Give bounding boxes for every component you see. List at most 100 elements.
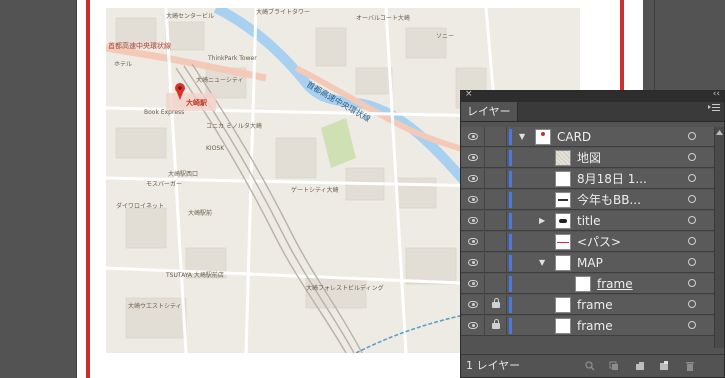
eye-icon — [468, 217, 478, 224]
layer-thumbnail — [555, 297, 571, 313]
expand-triangle-closed-icon[interactable]: ▶ — [539, 217, 545, 225]
visibility-toggle[interactable] — [461, 253, 485, 273]
layer-color-bar — [509, 150, 512, 166]
lock-toggle[interactable] — [485, 274, 507, 294]
lock-toggle[interactable] — [485, 232, 507, 252]
visibility-toggle[interactable] — [461, 316, 485, 336]
layer-thumbnail — [555, 234, 571, 250]
layer-count: 1 レイヤー — [466, 359, 521, 372]
layer-name[interactable]: frame — [577, 316, 613, 336]
svg-text:ソニー: ソニー — [436, 33, 454, 40]
locate-object-icon[interactable] — [585, 361, 595, 371]
visibility-toggle[interactable] — [461, 295, 485, 315]
trash-icon[interactable] — [685, 361, 695, 371]
map-label-expressway: 首都高速中央環状線 — [108, 41, 171, 50]
lock-toggle[interactable] — [485, 253, 507, 273]
layer-color-bar — [509, 213, 512, 229]
svg-text:KIOSK: KIOSK — [206, 145, 225, 152]
eye-icon — [468, 133, 478, 140]
close-icon[interactable]: × — [465, 89, 473, 99]
layers-list: ▼ CARD 地図 8月18日 1... 今年もBB... ▶ title <パス> ▼ MAP f… — [461, 127, 717, 337]
eye-icon — [468, 175, 478, 182]
layer-color-bar — [509, 297, 512, 313]
target-circle-icon[interactable] — [688, 216, 696, 224]
svg-text:ThinkPark Tower: ThinkPark Tower — [207, 55, 257, 62]
target-circle-icon[interactable] — [688, 237, 696, 245]
layer-color-bar — [509, 276, 512, 292]
target-circle-icon[interactable] — [688, 279, 696, 287]
lock-toggle[interactable] — [485, 127, 507, 147]
layer-row[interactable]: 地図 — [461, 148, 717, 168]
new-layer-icon[interactable] — [659, 361, 669, 371]
lock-icon — [492, 298, 500, 308]
layer-name[interactable]: 今年もBB... — [577, 190, 641, 210]
layer-thumbnail — [555, 192, 571, 208]
eye-icon — [468, 301, 478, 308]
visibility-toggle[interactable] — [461, 232, 485, 252]
target-circle-icon[interactable] — [688, 132, 696, 140]
target-circle-icon[interactable] — [688, 174, 696, 182]
svg-text:Book Express: Book Express — [144, 109, 184, 116]
visibility-toggle[interactable] — [461, 127, 485, 147]
layer-row[interactable]: frame — [461, 295, 717, 315]
layer-name[interactable]: CARD — [557, 127, 591, 147]
target-circle-icon[interactable] — [688, 153, 696, 161]
layer-row[interactable]: 今年もBB... — [461, 190, 717, 210]
layer-name[interactable]: <パス> — [577, 232, 621, 252]
svg-text:コニカ ミノルタ大崎: コニカ ミノルタ大崎 — [206, 122, 262, 130]
layer-name[interactable]: frame — [597, 274, 633, 294]
panel-titlebar[interactable]: × ‹‹ — [461, 89, 724, 102]
layer-row[interactable]: frame — [461, 274, 717, 294]
svg-text:ホテル: ホテル — [114, 61, 132, 68]
eye-icon — [468, 154, 478, 161]
svg-text:大崎ブライトタワー: 大崎ブライトタワー — [256, 8, 310, 16]
lock-toggle[interactable] — [485, 295, 507, 315]
visibility-toggle[interactable] — [461, 274, 485, 294]
layer-name[interactable]: 8月18日 1... — [577, 169, 647, 189]
eye-icon — [468, 322, 478, 329]
lock-toggle[interactable] — [485, 316, 507, 336]
panel-menu-icon[interactable] — [708, 104, 720, 115]
lock-toggle[interactable] — [485, 169, 507, 189]
layer-row[interactable]: 8月18日 1... — [461, 169, 717, 189]
layer-name[interactable]: MAP — [577, 253, 603, 273]
bleed-guide-left — [86, 0, 90, 378]
panel-tab-bar: レイヤー — [461, 102, 724, 122]
visibility-toggle[interactable] — [461, 169, 485, 189]
layer-row[interactable]: ▶ title — [461, 211, 717, 231]
create-sublayer-icon[interactable] — [635, 361, 645, 371]
canvas-pasteboard-left — [0, 0, 76, 378]
layer-thumbnail — [535, 129, 551, 145]
lock-toggle[interactable] — [485, 190, 507, 210]
lock-toggle[interactable] — [485, 148, 507, 168]
layer-thumbnail — [555, 318, 571, 334]
target-circle-icon[interactable] — [688, 195, 696, 203]
layer-name[interactable]: 地図 — [577, 148, 601, 168]
map-label-station: 大崎駅 — [186, 98, 208, 107]
eye-icon — [468, 196, 478, 203]
layer-thumbnail — [555, 255, 571, 271]
visibility-toggle[interactable] — [461, 211, 485, 231]
layer-row[interactable]: frame — [461, 316, 717, 336]
layer-name[interactable]: title — [577, 211, 600, 231]
target-circle-icon[interactable] — [688, 300, 696, 308]
layer-row[interactable]: <パス> — [461, 232, 717, 252]
layer-thumbnail — [555, 171, 571, 187]
visibility-toggle[interactable] — [461, 190, 485, 210]
layer-row[interactable]: ▼ MAP — [461, 253, 717, 273]
layer-name[interactable]: frame — [577, 295, 613, 315]
layers-scrollbar[interactable] — [714, 127, 724, 348]
expand-triangle-open-icon[interactable]: ▼ — [519, 133, 525, 141]
target-circle-icon[interactable] — [688, 258, 696, 266]
layer-color-bar — [509, 318, 512, 334]
tab-layers[interactable]: レイヤー — [461, 102, 518, 121]
lock-toggle[interactable] — [485, 211, 507, 231]
eye-icon — [468, 280, 478, 287]
svg-text:大崎駅西口: 大崎駅西口 — [168, 170, 198, 178]
target-circle-icon[interactable] — [688, 321, 696, 329]
expand-triangle-open-icon[interactable]: ▼ — [539, 259, 545, 267]
layer-row[interactable]: ▼ CARD — [461, 127, 717, 147]
make-clipping-mask-icon[interactable] — [609, 361, 619, 371]
visibility-toggle[interactable] — [461, 148, 485, 168]
collapse-icon[interactable]: ‹‹ — [713, 89, 720, 99]
